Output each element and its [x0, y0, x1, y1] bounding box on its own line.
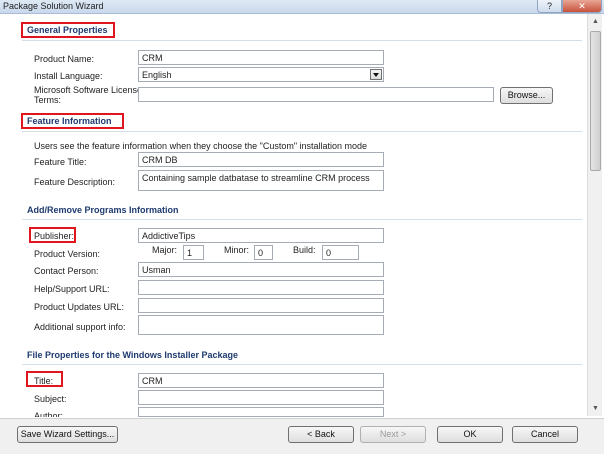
next-button[interactable]: Next >: [360, 426, 426, 443]
package-title-label: Title:: [34, 376, 54, 386]
chevron-down-icon[interactable]: [370, 69, 382, 80]
ok-button[interactable]: OK: [437, 426, 503, 443]
general-properties-heading: General Properties: [27, 25, 108, 35]
close-icon: ✕: [578, 1, 586, 11]
install-language-select[interactable]: English: [138, 67, 384, 82]
feature-description-label: Feature Description:: [34, 177, 116, 187]
package-title-input[interactable]: CRM: [138, 373, 384, 388]
help-support-url-input[interactable]: [138, 280, 384, 295]
major-label: Major:: [152, 245, 178, 255]
scroll-up-icon[interactable]: ▲: [588, 14, 603, 29]
button-bar: Save Wizard Settings... < Back Next > OK…: [0, 418, 604, 454]
author-input[interactable]: [138, 407, 384, 417]
license-terms-input[interactable]: [138, 87, 494, 102]
product-name-input[interactable]: CRM: [138, 50, 384, 65]
cancel-button[interactable]: Cancel: [512, 426, 578, 443]
product-updates-url-label: Product Updates URL:: [34, 302, 125, 312]
install-language-value: English: [142, 70, 172, 80]
save-wizard-settings-button[interactable]: Save Wizard Settings...: [17, 426, 118, 443]
subject-label: Subject:: [34, 394, 67, 404]
feature-title-input[interactable]: CRM DB: [138, 152, 384, 167]
browse-button[interactable]: Browse...: [500, 87, 553, 104]
minor-version-input[interactable]: 0: [254, 245, 273, 260]
product-version-label: Product Version:: [34, 249, 101, 259]
help-support-url-label: Help/Support URL:: [34, 284, 110, 294]
license-terms-label-line1: Microsoft Software License: [34, 85, 143, 95]
section-divider: [22, 131, 582, 132]
feature-title-label: Feature Title:: [34, 157, 87, 167]
help-icon: ?: [546, 1, 552, 11]
feature-information-heading: Feature Information: [27, 116, 112, 126]
section-divider: [22, 219, 582, 220]
publisher-label: Publisher:: [34, 231, 75, 241]
product-name-label: Product Name:: [34, 54, 95, 64]
license-terms-label-line2: Terms:: [34, 95, 61, 105]
subject-input[interactable]: [138, 390, 384, 405]
help-button[interactable]: ?: [537, 0, 562, 13]
file-properties-heading: File Properties for the Windows Installe…: [27, 350, 238, 360]
contact-person-label: Contact Person:: [34, 266, 99, 276]
back-button[interactable]: < Back: [288, 426, 354, 443]
feature-description-input[interactable]: Containing sample datbatase to streamlin…: [138, 170, 384, 191]
build-label: Build:: [293, 245, 316, 255]
major-version-input[interactable]: 1: [183, 245, 204, 260]
contact-person-input[interactable]: Usman: [138, 262, 384, 277]
feature-note: Users see the feature information when t…: [34, 141, 368, 151]
publisher-input[interactable]: AddictiveTips: [138, 228, 384, 243]
window-title: Package Solution Wizard: [3, 1, 104, 11]
section-divider: [22, 364, 582, 365]
product-updates-url-input[interactable]: [138, 298, 384, 313]
vertical-scrollbar[interactable]: ▲ ▼: [587, 14, 602, 416]
minor-label: Minor:: [224, 245, 250, 255]
additional-support-info-input[interactable]: [138, 315, 384, 335]
scroll-thumb[interactable]: [590, 31, 601, 171]
install-language-label: Install Language:: [34, 71, 103, 81]
section-divider: [22, 40, 582, 41]
additional-support-info-label: Additional support info:: [34, 322, 126, 332]
scroll-down-icon[interactable]: ▼: [588, 401, 603, 416]
programs-information-heading: Add/Remove Programs Information: [27, 205, 179, 215]
title-bar: Package Solution Wizard ? ✕: [0, 0, 604, 14]
build-version-input[interactable]: 0: [322, 245, 359, 260]
close-button[interactable]: ✕: [562, 0, 602, 13]
author-label: Author:: [34, 411, 64, 417]
